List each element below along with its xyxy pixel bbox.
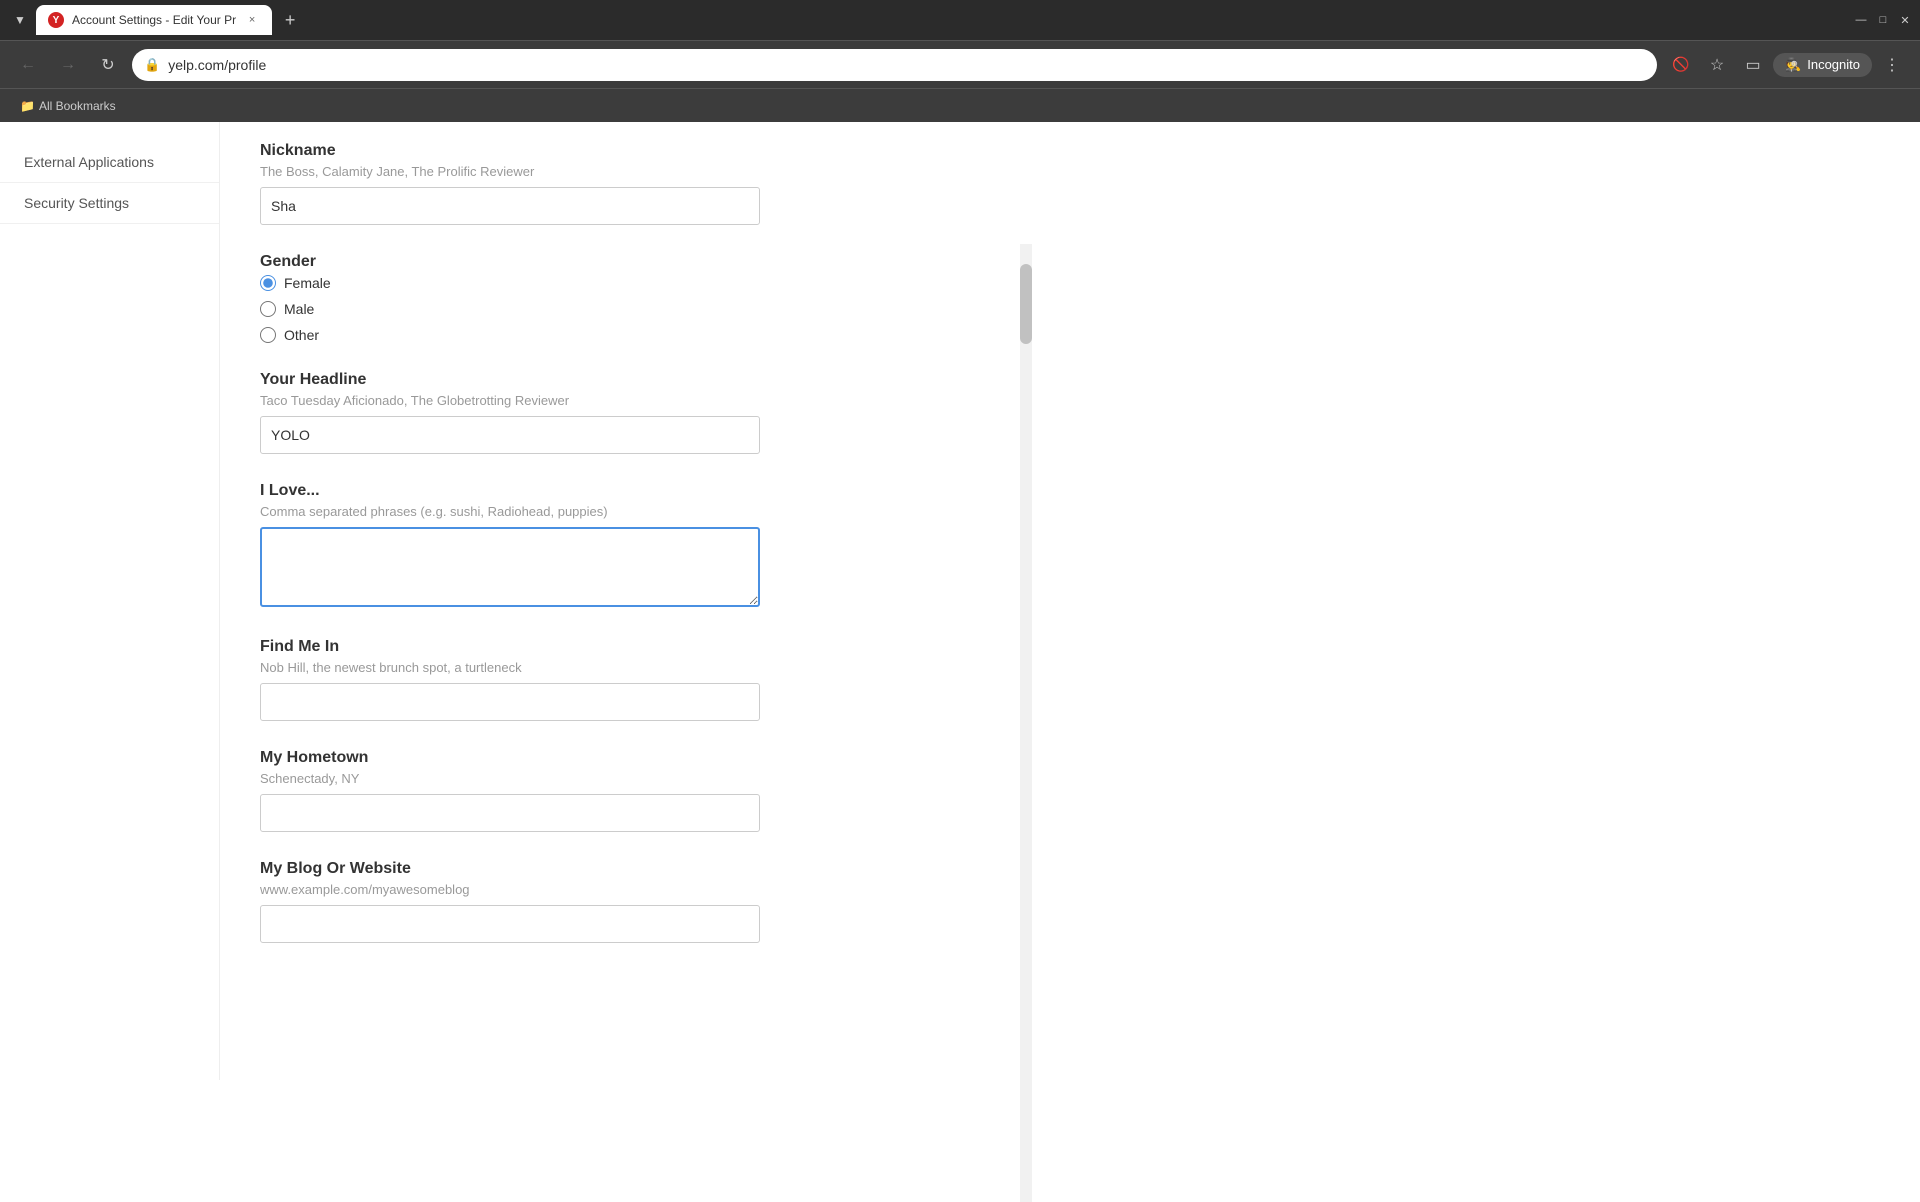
back-button[interactable]: ← <box>12 49 44 81</box>
gender-radio-group: Female Male Other <box>260 275 980 343</box>
my-blog-input[interactable] <box>260 905 760 943</box>
i-love-section: I Love... Comma separated phrases (e.g. … <box>260 482 980 610</box>
my-hometown-label: My Hometown <box>260 749 980 767</box>
tab-close-button[interactable]: × <box>244 12 260 28</box>
browser-window: ▼ Y Account Settings - Edit Your Pr × + … <box>0 0 1920 1080</box>
gender-other-label: Other <box>284 327 319 343</box>
tab-area: ▼ Y Account Settings - Edit Your Pr × + <box>8 5 1850 35</box>
more-menu-button[interactable]: ⋮ <box>1876 49 1908 81</box>
maximize-button[interactable]: □ <box>1876 13 1890 27</box>
nickname-hint: The Boss, Calamity Jane, The Prolific Re… <box>260 164 980 179</box>
bookmark-folder-icon: 📁 <box>20 99 35 113</box>
gender-female-radio[interactable] <box>260 275 276 291</box>
gender-other-option[interactable]: Other <box>260 327 980 343</box>
i-love-hint: Comma separated phrases (e.g. sushi, Rad… <box>260 504 980 519</box>
sidebar-item-external-applications[interactable]: External Applications <box>0 142 219 183</box>
incognito-icon: 🕵 <box>1785 57 1801 73</box>
new-tab-button[interactable]: + <box>276 6 304 34</box>
bookmark-star-icon[interactable]: ☆ <box>1701 49 1733 81</box>
i-love-textarea[interactable] <box>260 527 760 607</box>
refresh-button[interactable]: ↻ <box>92 49 124 81</box>
incognito-label: Incognito <box>1807 57 1860 72</box>
nav-bar: ← → ↻ 🔒 yelp.com/profile 🚫 ☆ ▭ 🕵 Incogni… <box>0 40 1920 88</box>
my-blog-section: My Blog Or Website www.example.com/myawe… <box>260 860 980 943</box>
gender-label: Gender <box>260 253 980 271</box>
gender-other-radio[interactable] <box>260 327 276 343</box>
window-controls: — □ ✕ <box>1854 13 1912 27</box>
headline-input[interactable] <box>260 416 760 454</box>
headline-hint: Taco Tuesday Aficionado, The Globetrotti… <box>260 393 980 408</box>
page-content: External Applications Security Settings … <box>0 122 1920 1080</box>
scrollbar-track[interactable] <box>1020 244 1032 1202</box>
scrollbar-thumb[interactable] <box>1020 264 1032 344</box>
find-me-in-label: Find Me In <box>260 638 980 656</box>
gender-male-radio[interactable] <box>260 301 276 317</box>
sidebar-item-security-settings[interactable]: Security Settings <box>0 183 219 224</box>
tab-favicon: Y <box>48 12 64 28</box>
find-me-in-hint: Nob Hill, the newest brunch spot, a turt… <box>260 660 980 675</box>
main-content: Nickname The Boss, Calamity Jane, The Pr… <box>220 122 1020 1080</box>
tab-dropdown-btn[interactable]: ▼ <box>8 8 32 32</box>
gender-male-option[interactable]: Male <box>260 301 980 317</box>
my-hometown-input[interactable] <box>260 794 760 832</box>
tab-title: Account Settings - Edit Your Pr <box>72 13 236 27</box>
all-bookmarks-label: All Bookmarks <box>39 99 116 113</box>
nav-right-controls: 🚫 ☆ ▭ 🕵 Incognito ⋮ <box>1665 49 1908 81</box>
i-love-label: I Love... <box>260 482 980 500</box>
my-blog-hint: www.example.com/myawesomeblog <box>260 882 980 897</box>
gender-female-label: Female <box>284 275 331 291</box>
gender-male-label: Male <box>284 301 314 317</box>
title-bar: ▼ Y Account Settings - Edit Your Pr × + … <box>0 0 1920 40</box>
headline-label: Your Headline <box>260 371 980 389</box>
gender-female-option[interactable]: Female <box>260 275 980 291</box>
address-bar[interactable]: 🔒 yelp.com/profile <box>132 49 1657 81</box>
forward-button[interactable]: → <box>52 49 84 81</box>
find-me-in-input[interactable] <box>260 683 760 721</box>
headline-section: Your Headline Taco Tuesday Aficionado, T… <box>260 371 980 454</box>
bookmarks-bar: 📁 All Bookmarks <box>0 88 1920 122</box>
incognito-badge: 🕵 Incognito <box>1773 53 1872 77</box>
sidebar: External Applications Security Settings <box>0 122 220 1080</box>
nickname-section: Nickname The Boss, Calamity Jane, The Pr… <box>260 142 980 225</box>
nickname-label: Nickname <box>260 142 980 160</box>
active-tab[interactable]: Y Account Settings - Edit Your Pr × <box>36 5 272 35</box>
minimize-button[interactable]: — <box>1854 13 1868 27</box>
find-me-in-section: Find Me In Nob Hill, the newest brunch s… <box>260 638 980 721</box>
split-view-icon[interactable]: ▭ <box>1737 49 1769 81</box>
lock-icon: 🔒 <box>144 57 160 73</box>
url-text: yelp.com/profile <box>168 57 1645 73</box>
my-hometown-section: My Hometown Schenectady, NY <box>260 749 980 832</box>
my-blog-label: My Blog Or Website <box>260 860 980 878</box>
eye-off-icon[interactable]: 🚫 <box>1665 49 1697 81</box>
close-button[interactable]: ✕ <box>1898 13 1912 27</box>
gender-section: Gender Female Male Other <box>260 253 980 343</box>
all-bookmarks-item[interactable]: 📁 All Bookmarks <box>12 95 124 117</box>
nickname-input[interactable] <box>260 187 760 225</box>
my-hometown-hint: Schenectady, NY <box>260 771 980 786</box>
